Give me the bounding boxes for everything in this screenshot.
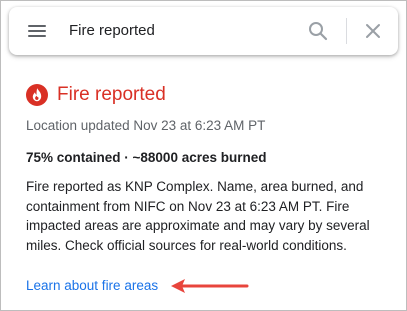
fire-icon bbox=[26, 84, 48, 106]
fire-description: Fire reported as KNP Complex. Name, area… bbox=[26, 179, 370, 253]
fire-title: Fire reported bbox=[57, 84, 166, 105]
hamburger-menu-icon[interactable] bbox=[25, 21, 49, 41]
close-icon[interactable] bbox=[362, 20, 384, 42]
search-bar bbox=[9, 7, 398, 55]
search-divider bbox=[346, 18, 347, 44]
annotation-arrow-icon bbox=[171, 279, 249, 293]
location-updated-text: Location updated Nov 23 at 6:23 AM PT bbox=[26, 118, 266, 133]
search-icon[interactable] bbox=[307, 20, 329, 42]
containment-stats: 75% contained · ~88000 acres burned bbox=[26, 150, 267, 165]
fire-info-panel: Fire reported Location updated Nov 23 at… bbox=[0, 0, 407, 311]
learn-about-fire-areas-link[interactable]: Learn about fire areas bbox=[26, 277, 158, 295]
search-input[interactable] bbox=[69, 19, 289, 43]
